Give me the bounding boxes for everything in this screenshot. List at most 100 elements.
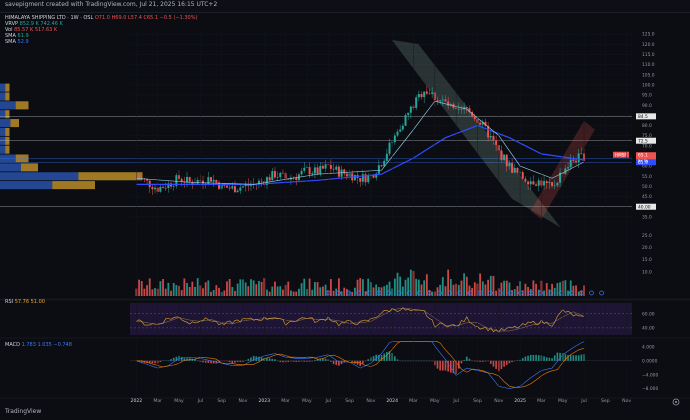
last-price-countdown: 6d 5h: [638, 159, 648, 163]
candle-body-148: [530, 181, 532, 184]
volume-bar-49: [266, 290, 268, 296]
candle-body-60: [295, 178, 297, 180]
volume-bar-5: [149, 278, 151, 296]
candle-body-149: [532, 181, 534, 184]
candle-body-146: [524, 179, 526, 182]
candle-body-167: [580, 153, 582, 154]
volume-bar-115: [442, 277, 444, 296]
vp-sell-15: [21, 163, 38, 171]
volume-bar-38: [237, 284, 239, 296]
candle-body-137: [500, 150, 502, 159]
price-chart[interactable]: 125.0120.0115.0110.0105.0100.095.090.085…: [0, 0, 690, 419]
macd-hist-135: [495, 361, 497, 369]
macd-hist-77: [341, 361, 343, 364]
candle-body-30: [215, 180, 217, 182]
macd-hist-37: [234, 361, 236, 363]
volume-bar-71: [325, 285, 327, 296]
x-tick-8: May: [302, 398, 312, 404]
volume-bar-20: [189, 287, 191, 296]
candle-body-122: [460, 109, 462, 110]
macd-hist-75: [335, 361, 337, 365]
volume-bar-26: [205, 282, 207, 296]
volume-tick-0: 25.0: [642, 233, 652, 239]
macd-hist-150: [535, 355, 537, 361]
macd-hist-133: [490, 361, 492, 364]
legend-sma-slow: SMA 52.9: [5, 39, 29, 45]
price-tick-7: 90.0: [642, 103, 652, 109]
volume-bar-65: [309, 278, 311, 296]
price-tick-4: 105.0: [642, 72, 655, 78]
candle-body-75: [335, 167, 337, 170]
x-tick-7: Mar: [281, 398, 290, 404]
macd-hist-14: [173, 358, 175, 361]
candle-body-99: [399, 130, 401, 132]
price-badge-0: 84.5: [638, 114, 648, 120]
macd-hist-65: [309, 361, 311, 362]
volume-bar-68: [317, 282, 319, 296]
volume-bar-11: [165, 289, 167, 296]
macd-hist-9: [160, 361, 162, 362]
macd-hist-38: [237, 361, 239, 362]
candle-body-107: [421, 94, 423, 97]
x-tick-5: Nov: [238, 398, 247, 404]
volume-bar-58: [290, 291, 292, 296]
macd-hist-39: [240, 361, 242, 362]
volume-bar-3: [143, 289, 145, 296]
volume-bar-15: [175, 285, 177, 296]
vp-sell-6: [5, 84, 9, 92]
macd-hist-58: [290, 361, 292, 362]
macd-hist-139: [506, 361, 508, 365]
macd-hist-13: [170, 359, 172, 361]
x-tick-16: Sep: [473, 398, 482, 404]
candle-body-106: [418, 94, 420, 97]
macd-hist-26: [205, 361, 207, 363]
volume-bar-123: [463, 273, 465, 296]
vp-buy-10: [0, 119, 10, 127]
volume-bar-60: [295, 292, 297, 296]
macd-hist-145: [522, 358, 524, 361]
price-tick-6: 95.0: [642, 93, 652, 99]
candle-body-78: [343, 170, 345, 174]
candle-body-20: [189, 177, 191, 182]
volume-tick-3: 10.0: [642, 269, 652, 275]
macd-hist-155: [549, 358, 551, 361]
x-tick-20: May: [558, 398, 568, 404]
macd-hist-130: [482, 361, 484, 362]
volume-bar-90: [375, 285, 377, 296]
candle-body-17: [181, 179, 183, 182]
volume-bar-163: [570, 280, 572, 296]
macd-hist-153: [543, 356, 545, 360]
macd-hist-151: [538, 355, 540, 361]
price-badge-1: 72.5: [638, 138, 648, 144]
macd-hist-52: [274, 359, 276, 361]
x-tick-15: Jul: [452, 398, 459, 404]
vp-buy-16: [0, 172, 78, 180]
x-tick-18: 2025: [514, 398, 526, 404]
candle-body-23: [197, 180, 199, 184]
volume-bar-106: [418, 280, 420, 296]
x-tick-1: Mar: [153, 398, 162, 404]
candle-body-135: [495, 140, 497, 145]
candle-body-47: [261, 181, 263, 182]
macd-hist-166: [578, 355, 580, 360]
vp-sell-7: [5, 92, 9, 100]
volume-bar-19: [186, 283, 188, 296]
volume-bar-127: [474, 282, 476, 296]
vp-buy-15: [0, 163, 21, 171]
volume-bar-52: [274, 282, 276, 296]
candle-body-11: [165, 188, 167, 189]
candle-body-98: [397, 132, 399, 136]
volume-bar-77: [341, 291, 343, 296]
volume-bar-18: [183, 278, 185, 296]
volume-bar-4: [146, 285, 148, 296]
candle-body-76: [338, 167, 340, 177]
candle-body-103: [410, 107, 412, 113]
volume-bar-85: [362, 279, 364, 296]
macd-tick-3: −8.000: [642, 386, 658, 392]
chart-settings-icon[interactable]: [673, 399, 679, 405]
volume-bar-62: [301, 283, 303, 296]
macd-hist-149: [533, 355, 535, 361]
candle-body-164: [572, 160, 574, 161]
macd-hist-74: [333, 361, 335, 364]
macd-hist-94: [386, 352, 388, 361]
